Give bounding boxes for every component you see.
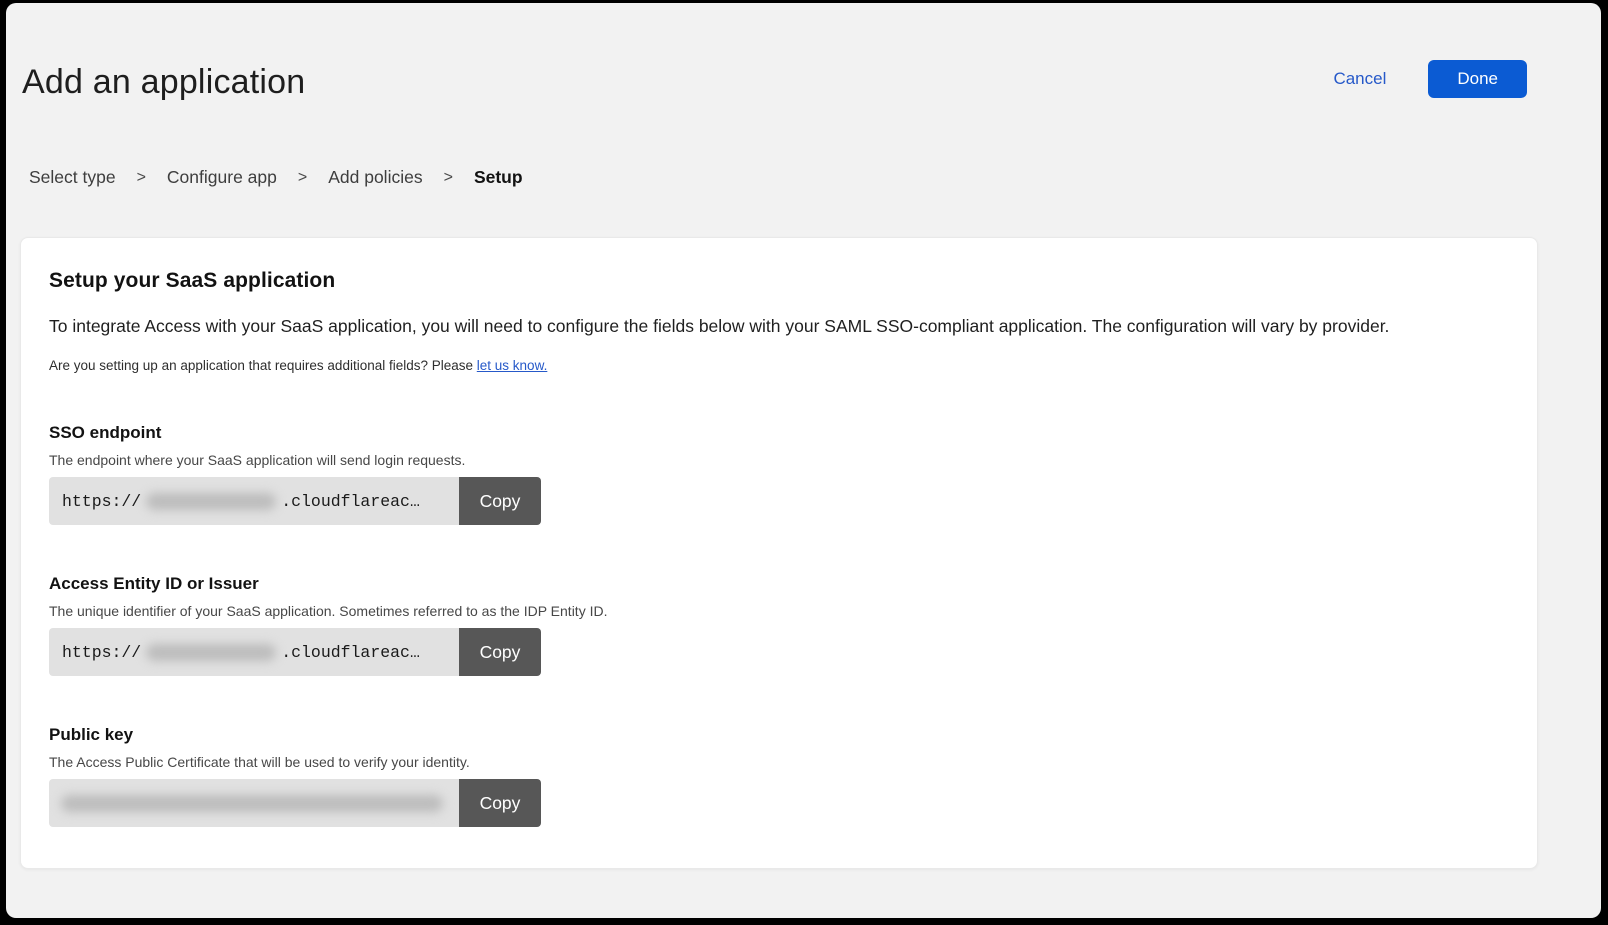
let-us-know-link[interactable]: let us know. <box>477 358 548 373</box>
breadcrumb-item-configure-app[interactable]: Configure app <box>167 167 277 188</box>
public-key-value <box>49 779 459 827</box>
app-screen: Add an application Cancel Done Select ty… <box>6 3 1601 918</box>
cancel-button[interactable]: Cancel <box>1333 69 1386 89</box>
field-description: The Access Public Certificate that will … <box>49 754 1509 770</box>
copy-button[interactable]: Copy <box>459 477 541 525</box>
breadcrumb-separator: > <box>444 169 453 187</box>
copy-button[interactable]: Copy <box>459 779 541 827</box>
card-note: Are you setting up an application that r… <box>49 358 1509 373</box>
redacted-value <box>146 493 276 510</box>
field-description: The endpoint where your SaaS application… <box>49 452 1509 468</box>
value-row: https:// .cloudflareac… Copy <box>49 477 541 525</box>
page-title: Add an application <box>22 63 305 102</box>
card-heading: Setup your SaaS application <box>49 269 1509 293</box>
field-public-key: Public key The Access Public Certificate… <box>49 725 1509 827</box>
field-label: Access Entity ID or Issuer <box>49 574 1509 594</box>
done-button[interactable]: Done <box>1428 60 1527 98</box>
breadcrumb: Select type > Configure app > Add polici… <box>29 167 523 188</box>
redacted-value <box>146 644 276 661</box>
breadcrumb-item-add-policies[interactable]: Add policies <box>328 167 422 188</box>
field-label: Public key <box>49 725 1509 745</box>
breadcrumb-separator: > <box>137 169 146 187</box>
value-suffix: .cloudflareac… <box>281 492 420 511</box>
breadcrumb-item-select-type[interactable]: Select type <box>29 167 116 188</box>
field-access-entity-id: Access Entity ID or Issuer The unique id… <box>49 574 1509 676</box>
access-entity-id-value: https:// .cloudflareac… <box>49 628 459 676</box>
setup-card: Setup your SaaS application To integrate… <box>20 237 1538 869</box>
value-prefix: https:// <box>62 492 141 511</box>
header-actions: Cancel Done <box>1333 60 1527 98</box>
sso-endpoint-value: https:// .cloudflareac… <box>49 477 459 525</box>
breadcrumb-separator: > <box>298 169 307 187</box>
card-note-text: Are you setting up an application that r… <box>49 358 477 373</box>
redacted-value <box>61 795 443 812</box>
value-suffix: .cloudflareac… <box>281 643 420 662</box>
breadcrumb-item-setup[interactable]: Setup <box>474 167 523 188</box>
copy-button[interactable]: Copy <box>459 628 541 676</box>
field-label: SSO endpoint <box>49 423 1509 443</box>
value-prefix: https:// <box>62 643 141 662</box>
value-row: Copy <box>49 779 541 827</box>
card-intro: To integrate Access with your SaaS appli… <box>49 316 1509 337</box>
field-description: The unique identifier of your SaaS appli… <box>49 603 1509 619</box>
value-row: https:// .cloudflareac… Copy <box>49 628 541 676</box>
field-sso-endpoint: SSO endpoint The endpoint where your Saa… <box>49 423 1509 525</box>
